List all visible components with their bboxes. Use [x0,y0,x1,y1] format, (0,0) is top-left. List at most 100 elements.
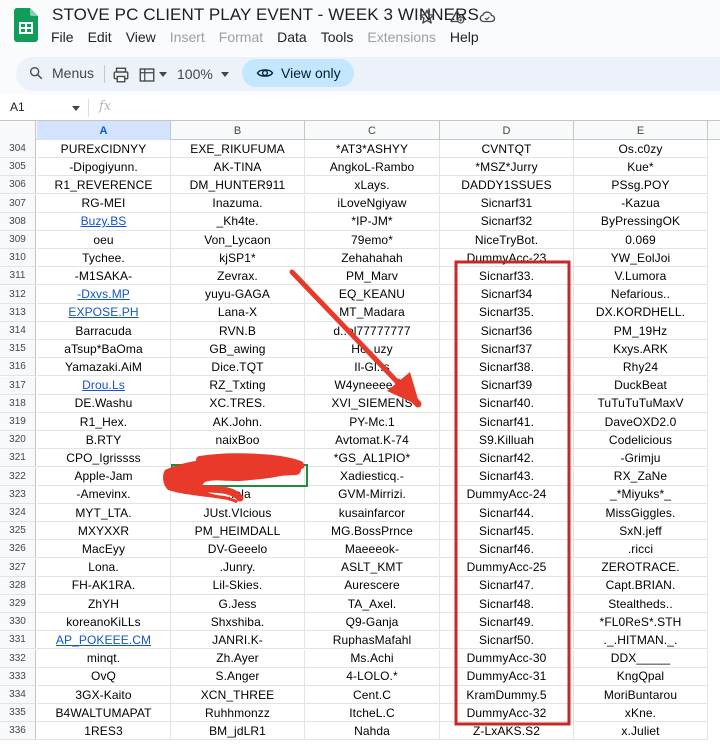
cell-e[interactable]: PM_19Hz [574,322,708,340]
menu-tools[interactable]: Tools [321,29,354,45]
cell-a[interactable]: Barracuda [37,322,171,340]
menu-insert[interactable]: Insert [170,29,205,45]
view-only-button[interactable]: View only [242,59,354,87]
cell-e[interactable]: ZEROTRACE. [574,558,708,577]
cell-d[interactable]: Sicnarf41. [440,413,574,431]
cell-d[interactable]: DummyAcc-23 [440,249,574,268]
cell-a[interactable]: -M1SAKA- [37,267,171,286]
cell-e[interactable]: V.Lumora [574,267,708,286]
cell-c[interactable]: RuphasMafahl [305,631,440,650]
zoom-chevron-down-icon[interactable] [221,72,229,77]
row-header[interactable]: 308 [0,212,36,231]
cell-d[interactable]: S9.Killuah [440,431,574,450]
cell-c[interactable]: EQ_KEANU [305,285,440,304]
cell-b[interactable]: AK-TINA [171,158,305,177]
cell-d[interactable]: DummyAcc-30 [440,649,574,668]
star-icon[interactable] [418,8,436,26]
cell-a[interactable]: Lona. [37,558,171,577]
cell-d[interactable]: Sicnarf45. [440,522,574,541]
cell-e[interactable]: x.Juliet [574,722,708,741]
cell-b[interactable]: Inazuma. [171,194,305,213]
cell-c[interactable]: 4-LOLO.* [305,667,440,686]
cell-d[interactable]: Sicnarf42. [440,449,574,468]
row-header[interactable]: 313 [0,303,36,322]
cell-a[interactable]: B.RTY [37,431,171,450]
cell-c[interactable]: xLays. [305,176,440,195]
cell-c[interactable]: MT_Madara [305,303,440,322]
cell-a[interactable]: R1_Hex. [37,413,171,431]
row-header[interactable]: 330 [0,613,36,632]
row-header[interactable]: 311 [0,267,36,286]
cell-a[interactable]: DE.Washu [37,394,171,413]
cell-a[interactable]: Buzy.BS [37,212,171,231]
cell-e[interactable]: DaveOXD2.0 [574,413,708,431]
cell-b[interactable]: .Junry. [171,558,305,577]
cell-b[interactable]: DV-Geeelo [171,540,305,559]
cell-c[interactable]: Nahda [305,722,440,741]
cell-e[interactable]: YW_EolJoi [574,249,708,268]
cell-c[interactable]: Ho..uzy [305,340,440,359]
cell-e[interactable]: *FL0ReS*.STH [574,613,708,632]
cell-b[interactable]: Shxshiba. [171,613,305,632]
cell-c[interactable]: Avtomat.K-74 [305,431,440,450]
cell-b[interactable]: Von_Lycaon [171,231,305,249]
row-header[interactable]: 309 [0,231,36,249]
cell-b[interactable]: ...ela [171,485,305,504]
cell-b[interactable]: RZ_Txting [171,376,305,395]
cell-a[interactable]: Tychee. [37,249,171,268]
cell-b[interactable]: S.Anger [171,667,305,686]
cell-c[interactable]: MG.BossPrnce [305,522,440,541]
row-header[interactable]: 336 [0,722,36,741]
cell-b[interactable]: RVN.B [171,322,305,340]
menu-help[interactable]: Help [450,29,479,45]
column-header-d[interactable]: D [440,121,574,140]
column-header-b[interactable]: B [171,121,305,140]
cell-c[interactable]: *GS_AL1PIO* [305,449,440,468]
row-header[interactable]: 316 [0,358,36,377]
row-header[interactable]: 323 [0,485,36,504]
cell-a[interactable]: AP_POKEEE.CM [37,631,171,650]
cell-b[interactable]: Dice.TQT [171,358,305,377]
menu-edit[interactable]: Edit [88,29,112,45]
cell-d[interactable]: DummyAcc-25 [440,558,574,577]
row-header[interactable]: 333 [0,667,36,686]
cell-c[interactable]: AngkoL-Rambo [305,158,440,177]
row-header[interactable]: 307 [0,194,36,213]
column-header-e[interactable]: E [574,121,708,140]
cell-e[interactable]: MissGiggles. [574,504,708,522]
cell-a[interactable]: MXYXXR [37,522,171,541]
cell-d[interactable]: CVNTQT [440,140,574,158]
cell-c[interactable]: W4yneeee...h [305,376,440,395]
cell-e[interactable]: PSsg.POY [574,176,708,195]
cell-b[interactable]: naixBoo [171,431,305,450]
cell-c[interactable]: *IP-JM* [305,212,440,231]
cell-a[interactable]: 1RES3 [37,722,171,741]
row-header[interactable]: 331 [0,631,36,650]
cell-e[interactable]: _*Miyuks*_ [574,485,708,504]
cell-d[interactable]: Sicnarf34 [440,285,574,304]
name-box-chevron-down-icon[interactable] [72,106,80,111]
cell-b[interactable]: Zevrax. [171,267,305,286]
cell-a[interactable]: Drou.Ls [37,376,171,395]
cell-c[interactable]: Maeeeok- [305,540,440,559]
table-view-icon[interactable] [138,66,156,84]
menu-data[interactable]: Data [277,29,307,45]
row-header[interactable]: 321 [0,449,36,468]
cell-a[interactable]: FH-AK1RA. [37,576,171,595]
row-header[interactable]: 315 [0,340,36,359]
cell-c[interactable]: Xadiesticq.- [305,467,440,486]
cell-b[interactable]: yuyu-GAGA [171,285,305,304]
row-header[interactable]: 314 [0,322,36,340]
row-header[interactable]: 312 [0,285,36,304]
cell-e[interactable]: Kxys.ARK [574,340,708,359]
cell-a[interactable]: 3GX-Kaito [37,686,171,704]
cell-e[interactable]: -Kazua [574,194,708,213]
cell-a[interactable]: ZhYH [37,595,171,613]
row-header[interactable]: 327 [0,558,36,577]
cell-b[interactable]: Lana-X [171,303,305,322]
cell-a[interactable]: -Amevinx. [37,485,171,504]
zoom-select[interactable]: 100% [177,66,213,82]
cell-d[interactable]: Z-LxAKS.S2 [440,722,574,741]
cell-d[interactable]: Sicnarf39 [440,376,574,395]
document-title[interactable]: STOVE PC CLIENT PLAY EVENT - WEEK 3 WINN… [52,5,479,25]
